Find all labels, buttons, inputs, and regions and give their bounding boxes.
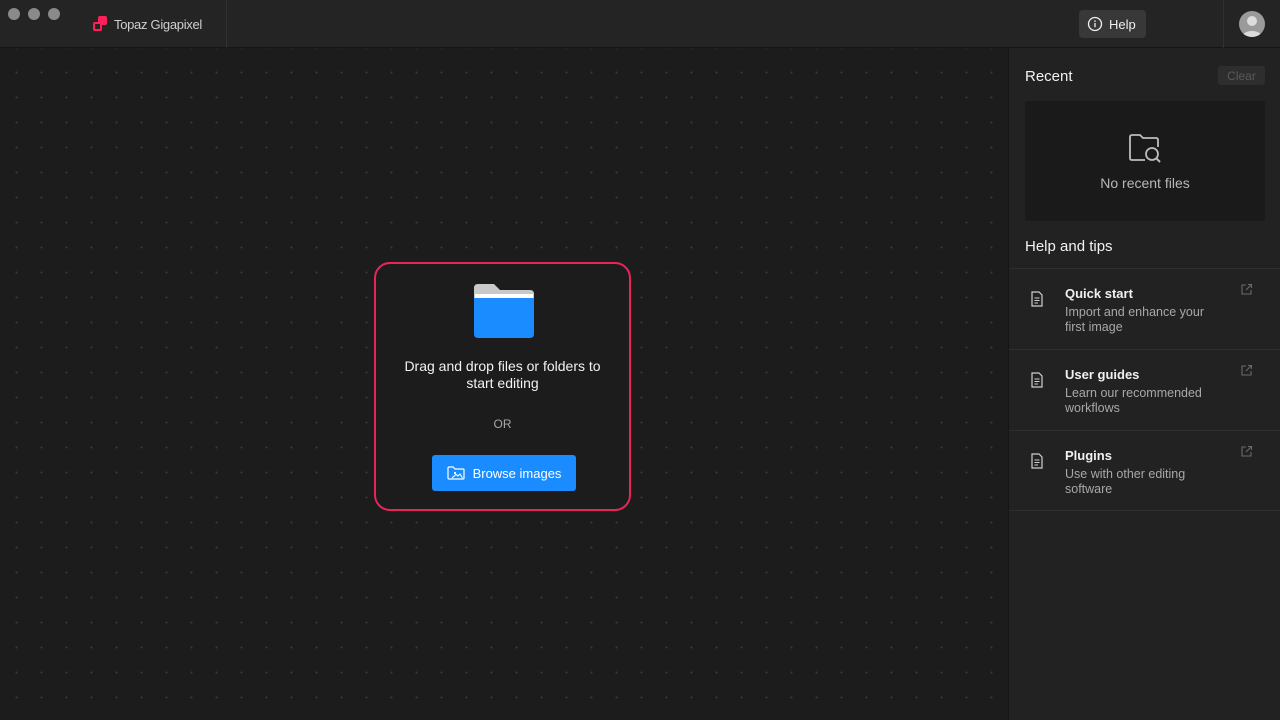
window-controls	[8, 8, 60, 20]
help-tips-list: Quick start Import and enhance your firs…	[1009, 268, 1280, 511]
dropzone-instruction: Drag and drop files or folders to start …	[404, 358, 601, 391]
help-tip-quick-start[interactable]: Quick start Import and enhance your firs…	[1009, 268, 1280, 349]
side-panel: Recent Clear No recent files Help and ti…	[1008, 48, 1280, 720]
recent-title: Recent	[1025, 68, 1073, 85]
document-icon	[1031, 372, 1043, 388]
help-tip-description: Learn our recommended workflows	[1065, 386, 1202, 415]
avatar-divider	[1223, 0, 1224, 48]
external-link-icon[interactable]	[1240, 364, 1253, 377]
dropzone-or-label: OR	[493, 417, 512, 431]
titlebar-divider	[226, 0, 227, 48]
document-icon	[1031, 453, 1043, 469]
close-window-button[interactable]	[8, 8, 20, 20]
help-tip-title: Quick start	[1065, 286, 1133, 301]
topaz-logo-icon	[92, 16, 108, 32]
user-avatar[interactable]	[1239, 11, 1265, 37]
workspace-canvas[interactable]: Drag and drop files or folders to start …	[0, 48, 1008, 720]
folder-search-icon	[1129, 134, 1161, 163]
help-tip-description: Use with other editing software	[1065, 467, 1186, 496]
recent-files-box: No recent files	[1025, 101, 1265, 221]
info-icon	[1087, 16, 1103, 32]
help-tip-user-guides[interactable]: User guides Learn our recommended workfl…	[1009, 349, 1280, 430]
help-button-label: Help	[1109, 16, 1136, 32]
help-tip-title: Plugins	[1065, 448, 1112, 463]
title-bar: Topaz Gigapixel Help	[0, 0, 1280, 48]
browse-images-button[interactable]: Browse images	[432, 455, 576, 491]
external-link-icon[interactable]	[1240, 283, 1253, 296]
external-link-icon[interactable]	[1240, 445, 1253, 458]
maximize-window-button[interactable]	[48, 8, 60, 20]
browse-images-label: Browse images	[472, 465, 562, 481]
help-tip-description: Import and enhance your first image	[1065, 305, 1204, 334]
folder-icon	[474, 284, 534, 338]
no-recent-files-message: No recent files	[1100, 175, 1190, 191]
user-icon	[1242, 16, 1262, 37]
clear-recent-button[interactable]: Clear	[1218, 66, 1265, 85]
drop-zone[interactable]: Drag and drop files or folders to start …	[374, 262, 631, 511]
help-tip-title: User guides	[1065, 367, 1140, 382]
help-tip-plugins[interactable]: Plugins Use with other editing software	[1009, 430, 1280, 511]
help-tips-title: Help and tips	[1025, 238, 1113, 255]
minimize-window-button[interactable]	[28, 8, 40, 20]
app-brand: Topaz Gigapixel	[92, 15, 202, 33]
folder-image-icon	[446, 466, 465, 480]
app-name: Topaz Gigapixel	[114, 16, 202, 32]
document-icon	[1031, 291, 1043, 307]
help-button[interactable]: Help	[1079, 10, 1146, 38]
